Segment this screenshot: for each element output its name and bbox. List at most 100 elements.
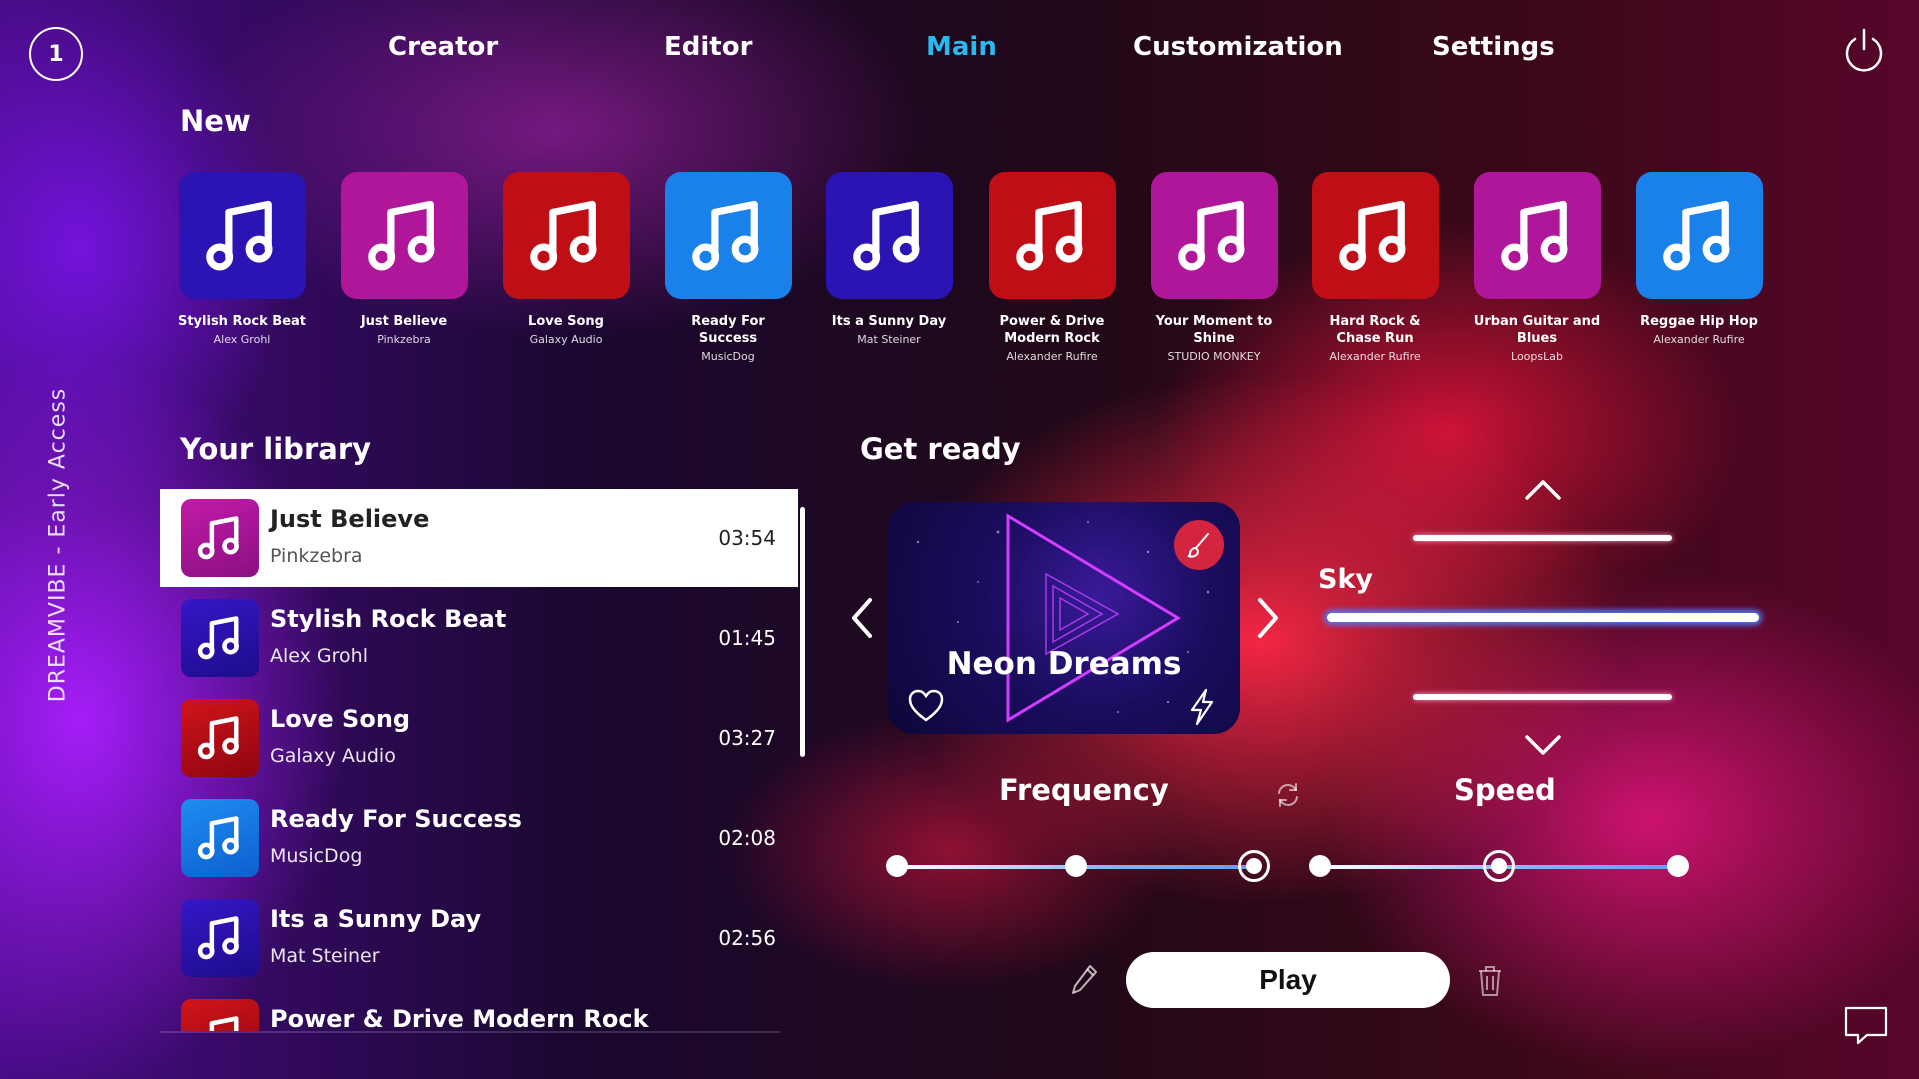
music-note-icon — [178, 172, 306, 299]
music-note-icon — [664, 172, 792, 299]
new-track-artist: Alexander Rufire — [1006, 350, 1098, 363]
new-track-tile[interactable]: Reggae Hip Hop Alexander Rufire — [1634, 172, 1764, 346]
nav-editor[interactable]: Editor — [664, 32, 752, 62]
library-track-artist: MusicDog — [270, 845, 363, 867]
new-track-artist: MusicDog — [701, 350, 755, 363]
pencil-icon[interactable] — [1070, 963, 1100, 1001]
slider-step[interactable] — [1309, 855, 1331, 877]
chat-icon[interactable] — [1843, 1005, 1889, 1051]
chevron-down-icon[interactable] — [1523, 733, 1563, 761]
nav-settings[interactable]: Settings — [1432, 32, 1555, 62]
new-track-tile[interactable]: Power & Drive Modern Rock Alexander Rufi… — [987, 172, 1117, 363]
library-track-name: Its a Sunny Day — [270, 905, 482, 933]
new-track-artist: Alexander Rufire — [1329, 350, 1421, 363]
profile-badge[interactable]: 1 — [29, 27, 83, 81]
chevron-up-icon[interactable] — [1523, 478, 1563, 506]
sync-icon[interactable] — [1274, 781, 1302, 813]
slider-step[interactable] — [1667, 855, 1689, 877]
music-note-icon — [340, 172, 468, 299]
environment-option-below[interactable] — [1413, 694, 1672, 700]
library-track-name: Just Believe — [270, 505, 430, 533]
frequency-label: Frequency — [999, 773, 1169, 807]
library-row[interactable]: Ready For Success MusicDog 02:08 — [160, 789, 798, 887]
new-track-name: Urban Guitar and Blues — [1473, 314, 1601, 346]
library-row[interactable]: Just Believe Pinkzebra 03:54 — [160, 489, 798, 587]
library-scrollbar[interactable] — [800, 507, 805, 757]
slider-thumb[interactable] — [1483, 850, 1515, 882]
music-note-icon — [181, 999, 259, 1031]
environment-option-selected[interactable] — [1327, 613, 1759, 622]
chevron-left-icon[interactable] — [848, 596, 876, 644]
new-track-artist: LoopsLab — [1511, 350, 1563, 363]
environment-option-above[interactable] — [1413, 535, 1672, 541]
library-row[interactable]: Power & Drive Modern Rock — [160, 989, 798, 1031]
library-track-artist: Alex Grohl — [270, 645, 368, 667]
slider-thumb[interactable] — [1238, 850, 1270, 882]
library-track-name: Love Song — [270, 705, 411, 733]
trash-icon[interactable] — [1476, 964, 1504, 1002]
music-note-icon — [181, 699, 259, 777]
new-track-artist: Alexander Rufire — [1653, 333, 1745, 346]
music-note-icon — [1635, 172, 1763, 299]
library-track-name: Ready For Success — [270, 805, 522, 833]
new-track-name: Ready For Success — [691, 314, 765, 346]
slider-step[interactable] — [1064, 855, 1087, 877]
new-track-tile[interactable]: Love Song Galaxy Audio — [501, 172, 631, 346]
library-track-duration: 02:08 — [718, 826, 776, 850]
app-version-label: DREAMVIBE - Early Access — [45, 387, 71, 703]
music-note-icon — [181, 599, 259, 677]
new-track-name: Your Moment to Shine — [1155, 314, 1273, 346]
get-ready-title: Get ready — [860, 432, 1021, 466]
play-button[interactable]: Play — [1126, 952, 1450, 1008]
new-track-name: Stylish Rock Beat — [177, 314, 306, 329]
nav-customization[interactable]: Customization — [1133, 32, 1343, 62]
library-list[interactable]: Just Believe Pinkzebra 03:54 Stylish Roc… — [160, 489, 798, 1031]
nav-creator[interactable]: Creator — [388, 32, 498, 62]
library-track-duration: 01:45 — [718, 626, 776, 650]
nav-main[interactable]: Main — [926, 32, 997, 62]
environment-selected-label: Sky — [1318, 564, 1374, 595]
library-track-name: Power & Drive Modern Rock — [270, 1005, 649, 1031]
new-track-tile[interactable]: Its a Sunny Day Mat Steiner — [824, 172, 954, 346]
music-note-icon — [825, 172, 953, 299]
library-track-duration: 03:27 — [718, 726, 776, 750]
new-track-name: Power & Drive Modern Rock — [999, 314, 1105, 346]
library-row[interactable]: Stylish Rock Beat Alex Grohl 01:45 — [160, 589, 798, 687]
new-track-tile[interactable]: Ready For Success MusicDog — [663, 172, 793, 363]
new-track-artist: Mat Steiner — [857, 333, 921, 346]
library-divider — [160, 1031, 780, 1033]
new-track-name: Its a Sunny Day — [831, 314, 947, 329]
music-note-icon — [181, 499, 259, 577]
chevron-right-icon[interactable] — [1254, 596, 1282, 644]
library-title: Your library — [180, 432, 372, 466]
speed-slider[interactable] — [1309, 850, 1689, 882]
library-track-artist: Galaxy Audio — [270, 745, 396, 767]
heart-icon[interactable] — [907, 688, 945, 728]
new-track-tile[interactable]: Hard Rock & Chase Run Alexander Rufire — [1310, 172, 1440, 363]
new-track-tile[interactable]: Your Moment to Shine STUDIO MONKEY — [1149, 172, 1279, 363]
new-track-artist: Galaxy Audio — [529, 333, 603, 346]
music-note-icon — [988, 172, 1116, 299]
library-track-artist: Mat Steiner — [270, 945, 380, 967]
brush-icon[interactable] — [1174, 520, 1224, 570]
music-note-icon — [1311, 172, 1439, 299]
music-note-icon — [181, 899, 259, 977]
new-track-tile[interactable]: Stylish Rock Beat Alex Grohl — [177, 172, 307, 346]
library-track-name: Stylish Rock Beat — [270, 605, 507, 633]
new-track-artist: Alex Grohl — [213, 333, 271, 346]
library-track-artist: Pinkzebra — [270, 545, 363, 567]
new-track-artist: Pinkzebra — [377, 333, 431, 346]
lightning-icon[interactable] — [1188, 688, 1216, 730]
speed-label: Speed — [1454, 773, 1556, 807]
new-track-artist: STUDIO MONKEY — [1167, 350, 1261, 363]
slider-step[interactable] — [886, 855, 908, 877]
library-row[interactable]: Love Song Galaxy Audio 03:27 — [160, 689, 798, 787]
new-track-tile[interactable]: Just Believe Pinkzebra — [339, 172, 469, 346]
new-track-tile[interactable]: Urban Guitar and Blues LoopsLab — [1472, 172, 1602, 363]
frequency-slider[interactable] — [886, 850, 1270, 882]
music-note-icon — [181, 799, 259, 877]
library-row[interactable]: Its a Sunny Day Mat Steiner 02:56 — [160, 889, 798, 987]
music-note-icon — [1473, 172, 1601, 299]
power-icon[interactable] — [1842, 27, 1886, 75]
library-track-duration: 03:54 — [718, 526, 776, 550]
